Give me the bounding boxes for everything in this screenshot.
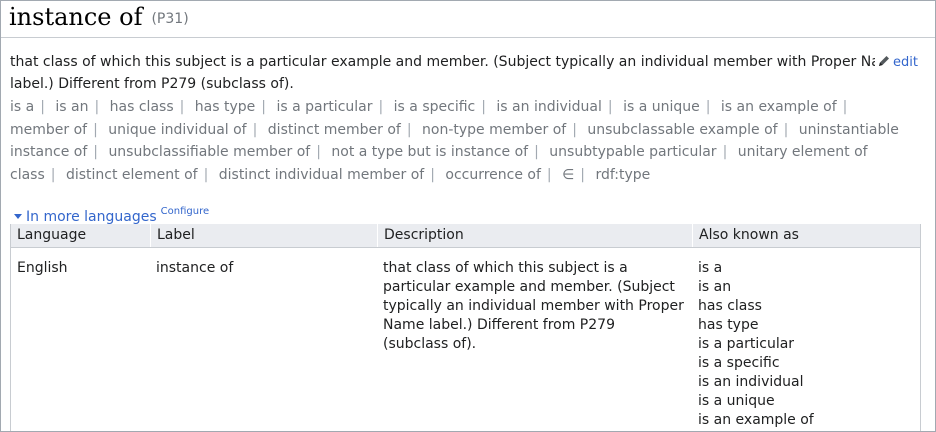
cell-also-known-as: is a is an has class has type is a particula… <box>692 259 920 430</box>
column-header-description: Description <box>377 224 692 247</box>
alias-separator: | <box>50 166 56 183</box>
also-known-as-item: is a unique <box>698 393 775 409</box>
alias-separator: | <box>783 121 789 138</box>
also-known-as-item: has type <box>698 317 759 333</box>
description-line-2: label.) Different from P279 (subclass of… <box>10 76 294 92</box>
languages-table: Language Label Description Also known as… <box>10 224 921 431</box>
alias: unsubtypable particular <box>549 144 717 160</box>
alias-separator: | <box>607 99 613 115</box>
alias-separator: | <box>430 166 435 183</box>
alias: is an <box>55 99 89 115</box>
alias: ∈ <box>562 166 575 183</box>
also-known-as-item: is an individual <box>698 374 804 390</box>
alias-separator: | <box>252 121 258 138</box>
alias: is an example of <box>720 99 837 115</box>
description-line-1: that class of which this subject is a pa… <box>10 54 875 70</box>
also-known-as-item: is an <box>698 279 732 295</box>
alias-separator: | <box>546 166 552 183</box>
column-header-also-known-as: Also known as <box>692 224 920 247</box>
alias-separator: | <box>378 99 384 115</box>
edit-button[interactable]: edit <box>877 53 918 73</box>
also-known-as-item: is an example of <box>698 412 814 428</box>
page-title: instance of (P31) <box>9 1 189 35</box>
alias-separator: | <box>572 121 577 138</box>
alias-separator: | <box>316 144 321 160</box>
alias-separator: | <box>93 121 98 138</box>
property-id: (P31) <box>151 11 189 27</box>
in-more-languages-label: In more languages <box>26 209 157 225</box>
alias-separator: | <box>580 166 586 183</box>
also-known-as-item: is a <box>698 260 723 276</box>
cell-language: English <box>17 260 68 276</box>
alias: is a particular <box>276 99 373 115</box>
alias: unsubclassable example of <box>587 121 778 138</box>
alias-separator: | <box>93 144 98 160</box>
alias-separator: | <box>94 99 100 115</box>
alias-separator: | <box>534 144 539 160</box>
alias: has class <box>109 99 174 115</box>
cell-label: instance of <box>156 260 234 276</box>
table-header: Language Label Description Also known as <box>11 224 920 248</box>
property-panel: instance of (P31) that class of which thi… <box>0 0 936 432</box>
property-header: instance of (P31) <box>1 1 935 38</box>
alias: distinct individual member of <box>218 166 425 183</box>
alias-separator: | <box>722 144 728 160</box>
alias: not a type but is instance of <box>331 144 529 160</box>
edit-label: edit <box>893 55 918 70</box>
alias: distinct member of <box>267 121 401 138</box>
alias: unsubclassifiable member of <box>108 144 311 160</box>
also-known-as-item: is a specific <box>698 355 780 371</box>
alias-separator: | <box>481 99 486 115</box>
alias-separator: | <box>261 99 266 115</box>
alias: non-type member of <box>422 121 567 138</box>
alias: unique individual of <box>108 121 247 138</box>
alias-separator: | <box>179 99 185 115</box>
alias-separator: | <box>705 99 711 115</box>
alias-separator: | <box>203 166 209 183</box>
also-known-as-item: is a particular <box>698 336 795 352</box>
alias-list: is a | is an | has class | has type | is a p… <box>10 96 910 186</box>
alias-separator: | <box>842 99 848 115</box>
property-label: instance of <box>9 3 143 31</box>
alias: member of <box>10 121 88 138</box>
alias-separator: | <box>40 99 45 115</box>
alias: is a specific <box>393 99 476 115</box>
alias: occurrence of <box>445 166 541 183</box>
alias: is an individual <box>496 99 602 115</box>
configure-link[interactable]: Configure <box>161 206 209 217</box>
property-description: that class of which this subject is a pa… <box>10 51 875 95</box>
alias: is a unique <box>623 99 700 115</box>
alias-separator: | <box>406 121 412 138</box>
alias: has type <box>194 99 256 115</box>
column-header-label: Label <box>150 224 377 247</box>
also-known-as-item: has class <box>698 298 762 314</box>
triangle-down-icon <box>14 214 22 219</box>
cell-description: that class of which this subject is a pa… <box>383 260 684 352</box>
column-header-language: Language <box>17 227 87 243</box>
pencil-icon <box>879 56 889 66</box>
alias: rdf:type <box>595 166 651 183</box>
alias: is a <box>10 99 35 115</box>
alias: distinct element of <box>65 166 198 183</box>
